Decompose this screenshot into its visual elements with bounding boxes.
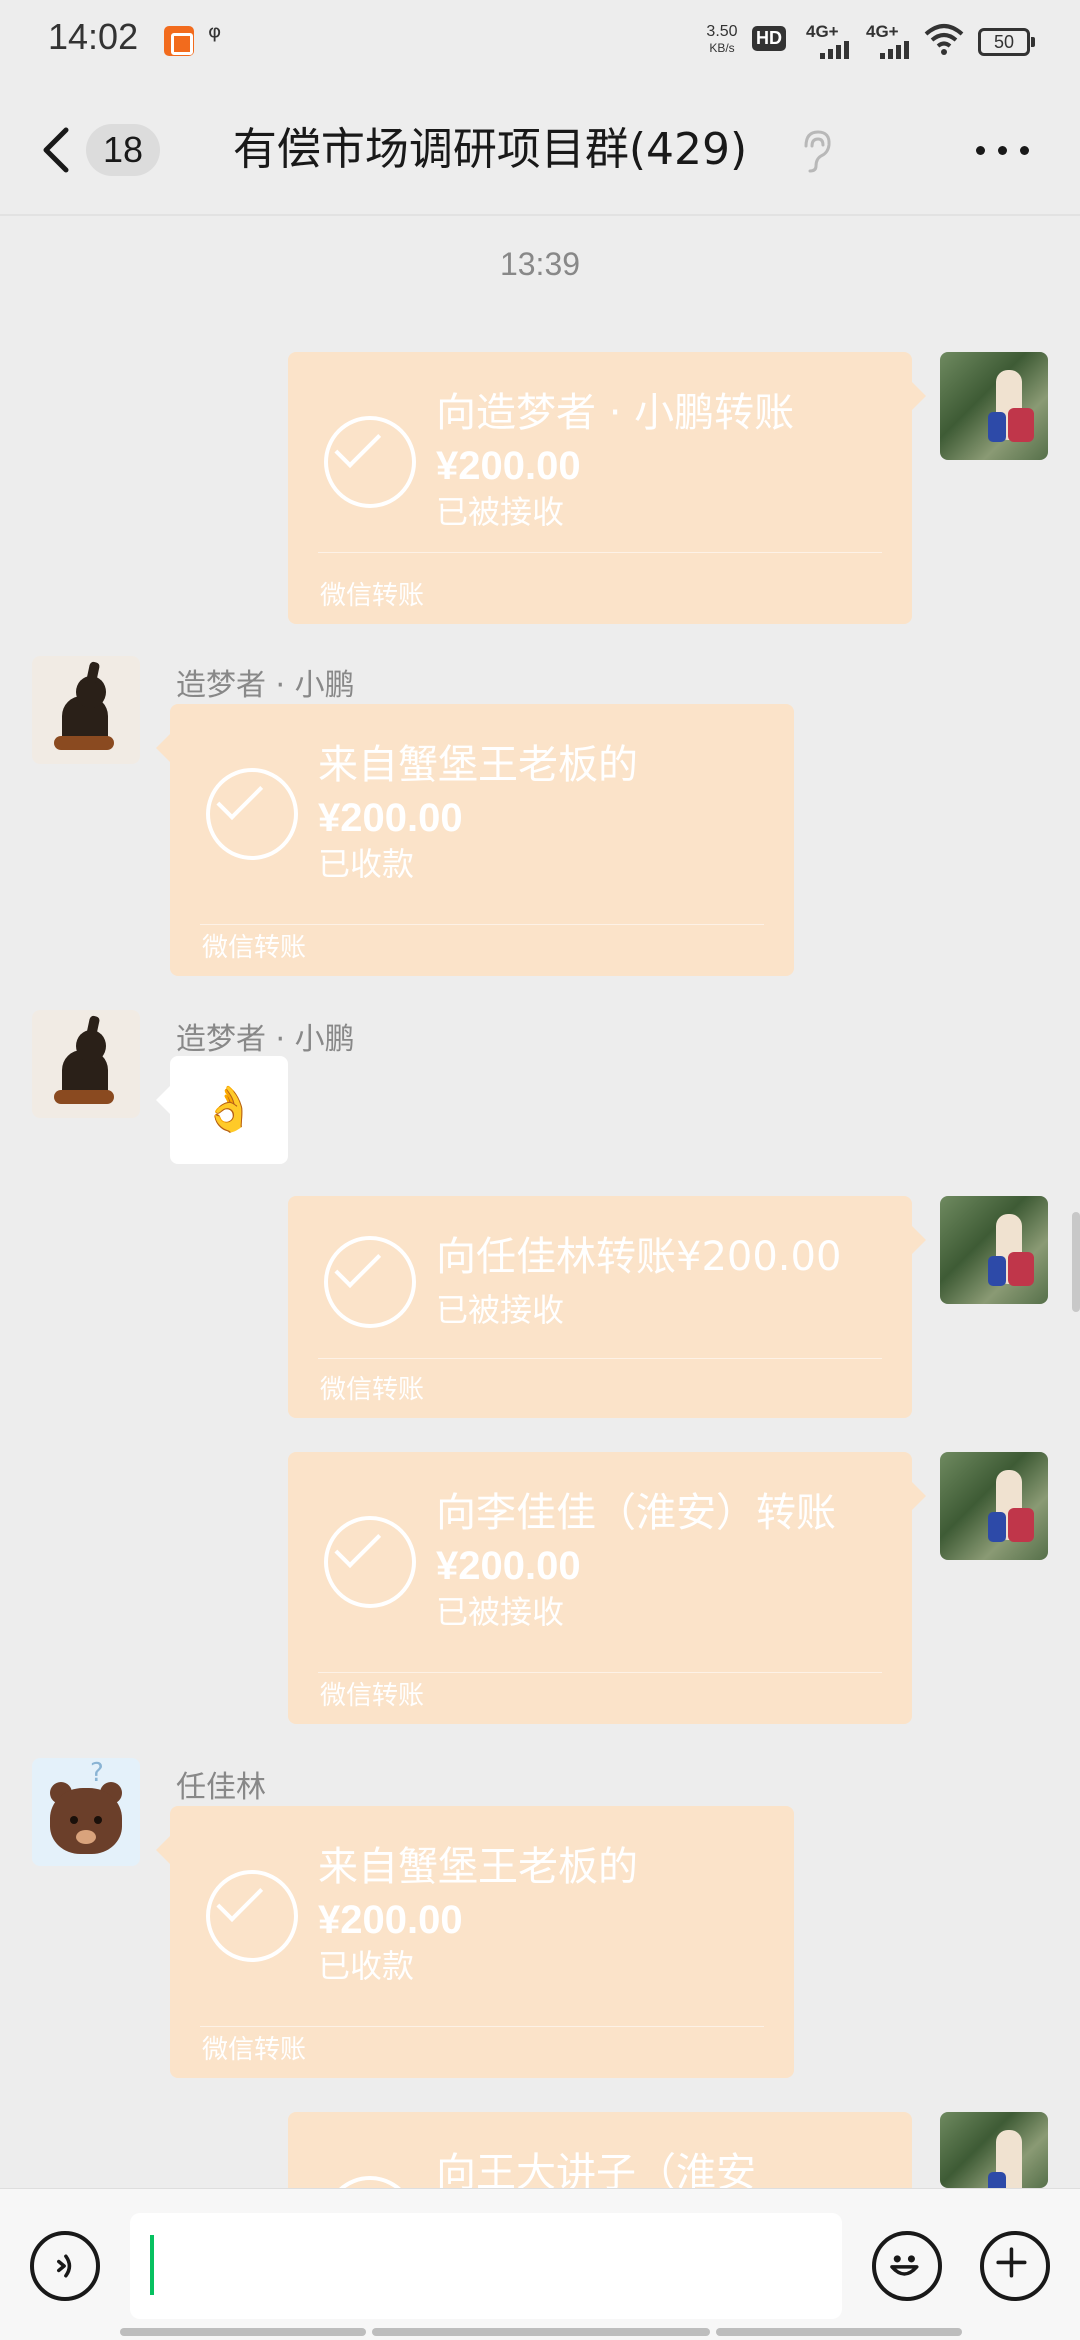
sender-name: 任佳林 bbox=[176, 1770, 266, 1805]
transfer-status: 已被接收 bbox=[436, 1593, 565, 1631]
transfer-card[interactable]: 向李佳佳（淮安）转账 ¥200.00 已被接收 微信转账 bbox=[288, 1452, 926, 1724]
transfer-card[interactable]: 向造梦者 · 小鹏转账 ¥200.00 已被接收 微信转账 bbox=[288, 352, 926, 624]
chat-header: 18 有偿市场调研项目群(429) bbox=[0, 84, 1080, 216]
app-notification-icon bbox=[164, 26, 194, 56]
transfer-footer: 微信转账 bbox=[202, 933, 307, 963]
nav-indicator bbox=[372, 2328, 710, 2336]
emoji-icon[interactable] bbox=[872, 2231, 942, 2301]
back-chevron-icon[interactable] bbox=[36, 124, 76, 176]
message-timestamp: 13:39 bbox=[499, 246, 581, 282]
transfer-footer: 微信转账 bbox=[202, 2035, 307, 2065]
status-bar: 14:02 ᵠ 3.50 KB/s HD 4G+ 4G+ 50 bbox=[0, 0, 1080, 84]
emoji-message[interactable]: 👌 bbox=[156, 1056, 288, 1164]
signal-1-label: 4G+ bbox=[806, 22, 839, 41]
transfer-card[interactable]: 向王大讲子（淮安 bbox=[288, 2112, 912, 2188]
transfer-card[interactable]: 来自蟹堡王老板的 ¥200.00 已收款 微信转账 bbox=[156, 704, 794, 976]
ok-hand-emoji: 👌 bbox=[201, 1084, 257, 1135]
nav-indicator bbox=[716, 2328, 962, 2336]
my-avatar[interactable] bbox=[940, 1452, 1048, 1560]
input-bar bbox=[0, 2188, 1080, 2340]
my-avatar[interactable] bbox=[940, 352, 1048, 460]
transfer-amount: ¥200.00 bbox=[436, 444, 581, 488]
check-circle-icon bbox=[206, 768, 298, 860]
transfer-status: 已被接收 bbox=[436, 1291, 565, 1329]
card-divider bbox=[318, 1672, 882, 1673]
transfer-footer: 微信转账 bbox=[320, 1681, 425, 1711]
plus-icon[interactable] bbox=[980, 2231, 1050, 2301]
text-cursor bbox=[150, 2235, 154, 2295]
transfer-footer: 微信转账 bbox=[320, 581, 425, 611]
card-divider bbox=[200, 2026, 764, 2027]
chat-title[interactable]: 有偿市场调研项目群(429) bbox=[200, 122, 780, 178]
transfer-title: 向李佳佳（淮安）转账 bbox=[436, 1490, 836, 1536]
signal-1-icon: 4G+ bbox=[806, 22, 858, 59]
transfer-status: 已被接收 bbox=[436, 493, 565, 531]
card-divider bbox=[318, 552, 882, 553]
card-divider bbox=[200, 924, 764, 925]
unread-count-badge[interactable]: 18 bbox=[86, 124, 160, 176]
transfer-card[interactable]: 向任佳林转账¥200.00 已被接收 微信转账 bbox=[288, 1196, 926, 1418]
card-divider bbox=[318, 1358, 882, 1359]
sender-avatar[interactable]: ? bbox=[32, 1758, 140, 1866]
transfer-title: 来自蟹堡王老板的 bbox=[318, 1844, 638, 1890]
wifi-icon bbox=[924, 24, 964, 55]
signal-2-label: 4G+ bbox=[866, 22, 899, 41]
transfer-title: 向王大讲子（淮安 bbox=[436, 2150, 756, 2188]
transfer-title: 来自蟹堡王老板的 bbox=[318, 742, 638, 788]
transfer-amount: ¥200.00 bbox=[318, 1898, 463, 1942]
battery-icon: 50 bbox=[978, 28, 1035, 56]
transfer-card[interactable]: 来自蟹堡王老板的 ¥200.00 已收款 微信转账 bbox=[156, 1806, 794, 2078]
transfer-amount: ¥200.00 bbox=[436, 1544, 581, 1588]
check-circle-icon bbox=[324, 1236, 416, 1328]
check-circle-icon bbox=[324, 1516, 416, 1608]
transfer-status: 已收款 bbox=[318, 845, 415, 883]
sender-name: 造梦者 · 小鹏 bbox=[176, 1022, 355, 1057]
sender-name: 造梦者 · 小鹏 bbox=[176, 668, 355, 703]
nav-indicator bbox=[120, 2328, 366, 2336]
hd-badge: HD bbox=[752, 26, 786, 51]
more-icon[interactable] bbox=[976, 146, 1032, 158]
check-circle-icon bbox=[206, 1870, 298, 1962]
network-speed-unit: KB/s bbox=[709, 41, 735, 55]
transfer-title: 向造梦者 · 小鹏转账 bbox=[436, 390, 795, 436]
message-input[interactable] bbox=[130, 2213, 842, 2319]
network-speed-value: 3.50 bbox=[706, 23, 738, 40]
transfer-amount: ¥200.00 bbox=[318, 796, 463, 840]
header-divider bbox=[0, 214, 1080, 216]
sender-avatar[interactable] bbox=[32, 1010, 140, 1118]
transfer-status: 已收款 bbox=[318, 1947, 415, 1985]
voice-icon[interactable] bbox=[30, 2231, 100, 2301]
signal-2-icon: 4G+ bbox=[866, 22, 918, 59]
check-circle-icon bbox=[324, 2176, 416, 2188]
transfer-title: 向任佳林转账¥200.00 bbox=[436, 1234, 842, 1280]
my-avatar[interactable] bbox=[940, 1196, 1048, 1304]
my-avatar[interactable] bbox=[940, 2112, 1048, 2188]
sender-avatar[interactable] bbox=[32, 656, 140, 764]
check-circle-icon bbox=[324, 416, 416, 508]
status-time: 14:02 bbox=[48, 16, 139, 57]
scrollbar-thumb[interactable] bbox=[1072, 1212, 1080, 1312]
telecom-icon: ᵠ bbox=[208, 18, 222, 56]
network-speed: 3.50 KB/s bbox=[700, 24, 744, 56]
transfer-footer: 微信转账 bbox=[320, 1375, 425, 1405]
ear-icon[interactable] bbox=[798, 128, 834, 174]
